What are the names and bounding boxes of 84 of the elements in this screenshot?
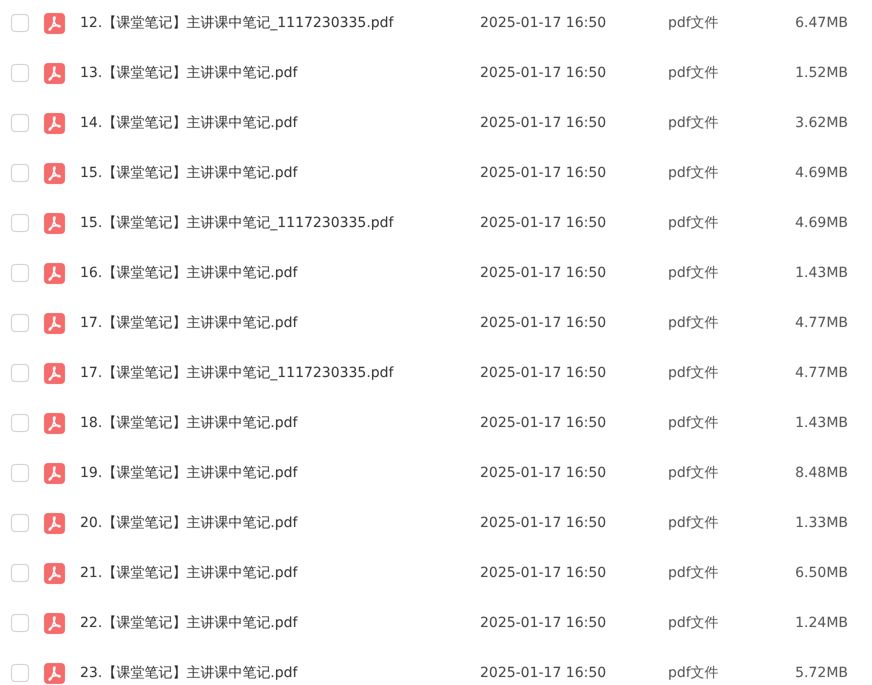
file-type: pdf文件 (668, 364, 719, 380)
checkbox[interactable] (11, 414, 29, 432)
pdf-file-icon (44, 412, 65, 434)
checkbox[interactable] (11, 314, 29, 332)
checkbox[interactable] (11, 114, 29, 132)
pdf-file-icon (44, 562, 65, 584)
file-name[interactable]: 23.【课堂笔记】主讲课中笔记.pdf (80, 664, 298, 680)
file-name[interactable]: 12.【课堂笔记】主讲课中笔记_1117230335.pdf (80, 14, 394, 30)
pdf-file-icon (44, 212, 65, 234)
file-name[interactable]: 19.【课堂笔记】主讲课中笔记.pdf (80, 464, 298, 480)
pdf-file-icon (44, 612, 65, 634)
file-name[interactable]: 18.【课堂笔记】主讲课中笔记.pdf (80, 414, 298, 430)
file-size: 1.52MB (795, 64, 848, 80)
modified-date: 2025-01-17 16:50 (480, 614, 606, 630)
checkbox[interactable] (11, 264, 29, 282)
file-name[interactable]: 22.【课堂笔记】主讲课中笔记.pdf (80, 614, 298, 630)
file-size: 6.47MB (795, 14, 848, 30)
checkbox[interactable] (11, 164, 29, 182)
modified-date: 2025-01-17 16:50 (480, 164, 606, 180)
checkbox[interactable] (11, 464, 29, 482)
modified-date: 2025-01-17 16:50 (480, 464, 606, 480)
modified-date: 2025-01-17 16:50 (480, 364, 606, 380)
file-size: 4.69MB (795, 214, 848, 230)
file-size: 1.43MB (795, 264, 848, 280)
file-size: 1.33MB (795, 514, 848, 530)
file-size: 5.72MB (795, 664, 848, 680)
checkbox[interactable] (11, 364, 29, 382)
modified-date: 2025-01-17 16:50 (480, 64, 606, 80)
file-type: pdf文件 (668, 64, 719, 80)
file-size: 1.43MB (795, 414, 848, 430)
file-type: pdf文件 (668, 614, 719, 630)
file-size: 4.69MB (795, 164, 848, 180)
file-type: pdf文件 (668, 414, 719, 430)
file-type: pdf文件 (668, 464, 719, 480)
checkbox[interactable] (11, 514, 29, 532)
modified-date: 2025-01-17 16:50 (480, 14, 606, 30)
modified-date: 2025-01-17 16:50 (480, 214, 606, 230)
file-type: pdf文件 (668, 214, 719, 230)
file-name[interactable]: 13.【课堂笔记】主讲课中笔记.pdf (80, 64, 298, 80)
file-type: pdf文件 (668, 14, 719, 30)
pdf-file-icon (44, 362, 65, 384)
file-name[interactable]: 21.【课堂笔记】主讲课中笔记.pdf (80, 564, 298, 580)
pdf-file-icon (44, 62, 65, 84)
pdf-file-icon (44, 12, 65, 34)
pdf-file-icon (44, 162, 65, 184)
modified-date: 2025-01-17 16:50 (480, 264, 606, 280)
file-type: pdf文件 (668, 114, 719, 130)
checkbox[interactable] (11, 14, 29, 32)
checkbox[interactable] (11, 564, 29, 582)
file-name[interactable]: 15.【课堂笔记】主讲课中笔记.pdf (80, 164, 298, 180)
file-name[interactable]: 17.【课堂笔记】主讲课中笔记.pdf (80, 314, 298, 330)
file-type: pdf文件 (668, 264, 719, 280)
modified-date: 2025-01-17 16:50 (480, 514, 606, 530)
file-type: pdf文件 (668, 664, 719, 680)
pdf-file-icon (44, 312, 65, 334)
file-size: 1.24MB (795, 614, 848, 630)
pdf-file-icon (44, 662, 65, 684)
modified-date: 2025-01-17 16:50 (480, 114, 606, 130)
modified-date: 2025-01-17 16:50 (480, 314, 606, 330)
file-size: 4.77MB (795, 364, 848, 380)
file-name[interactable]: 14.【课堂笔记】主讲课中笔记.pdf (80, 114, 298, 130)
pdf-file-icon (44, 462, 65, 484)
file-size: 4.77MB (795, 314, 848, 330)
modified-date: 2025-01-17 16:50 (480, 564, 606, 580)
file-size: 6.50MB (795, 564, 848, 580)
file-size: 8.48MB (795, 464, 848, 480)
checkbox[interactable] (11, 614, 29, 632)
file-type: pdf文件 (668, 164, 719, 180)
file-name[interactable]: 16.【课堂笔记】主讲课中笔记.pdf (80, 264, 298, 280)
file-name[interactable]: 17.【课堂笔记】主讲课中笔记_1117230335.pdf (80, 364, 394, 380)
modified-date: 2025-01-17 16:50 (480, 664, 606, 680)
checkbox[interactable] (11, 664, 29, 682)
pdf-file-icon (44, 512, 65, 534)
file-type: pdf文件 (668, 514, 719, 530)
pdf-file-icon (44, 112, 65, 134)
file-name[interactable]: 15.【课堂笔记】主讲课中笔记_1117230335.pdf (80, 214, 394, 230)
modified-date: 2025-01-17 16:50 (480, 414, 606, 430)
pdf-file-icon (44, 262, 65, 284)
file-type: pdf文件 (668, 564, 719, 580)
checkbox[interactable] (11, 214, 29, 232)
checkbox[interactable] (11, 64, 29, 82)
file-type: pdf文件 (668, 314, 719, 330)
file-name[interactable]: 20.【课堂笔记】主讲课中笔记.pdf (80, 514, 298, 530)
file-size: 3.62MB (795, 114, 848, 130)
